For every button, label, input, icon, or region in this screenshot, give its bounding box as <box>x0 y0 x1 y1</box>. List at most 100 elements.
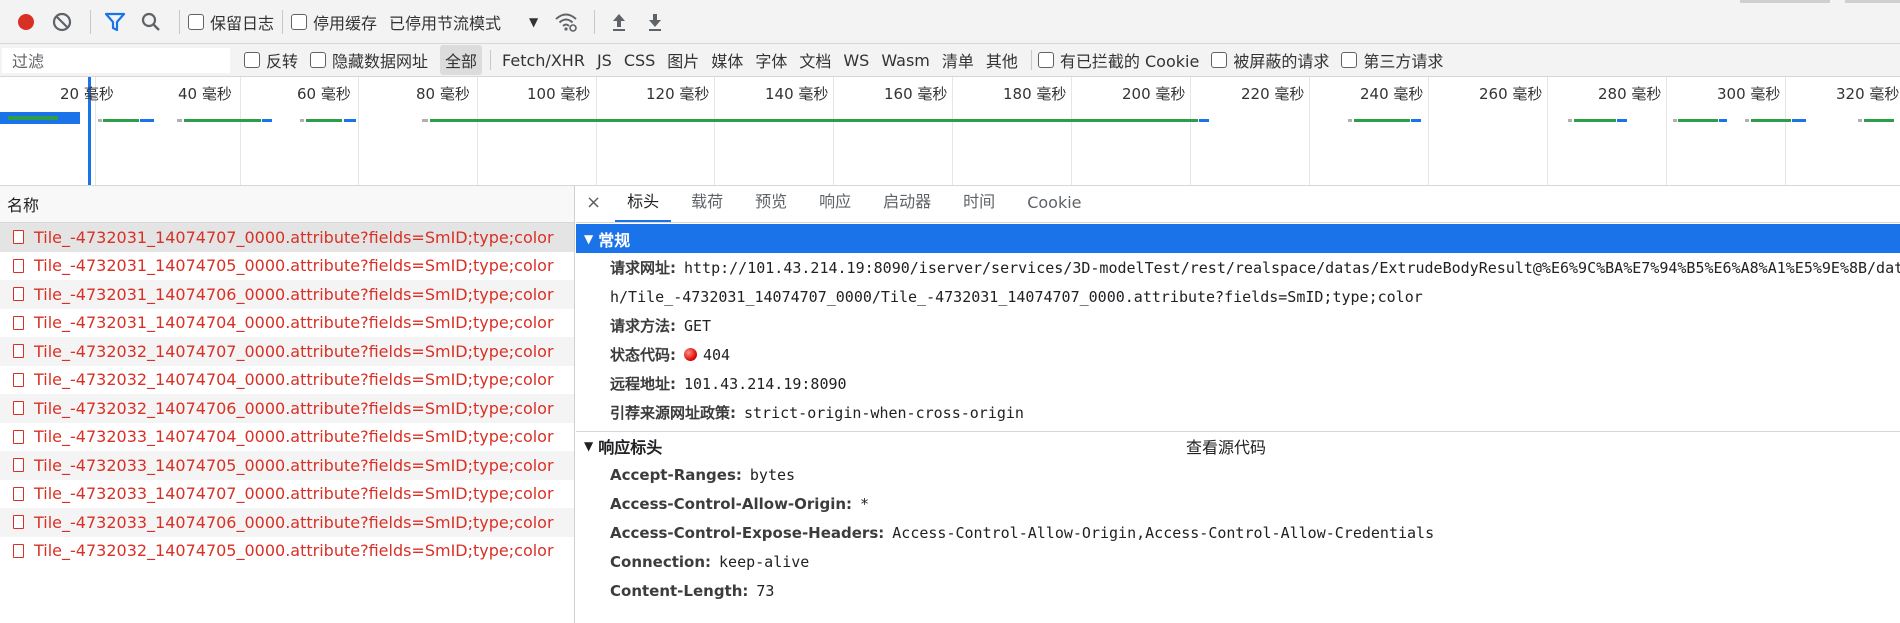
timeline-tick: 240 毫秒 <box>1360 85 1424 103</box>
request-name: Tile_-4732033_14074705_0000.attribute?fi… <box>34 455 554 475</box>
blocked-cookies-label: 有已拦截的 Cookie <box>1059 52 1200 71</box>
disable-cache-checkbox[interactable]: 停用缓存 <box>291 10 377 34</box>
toolbar-divider <box>282 9 284 34</box>
waterfall-bar <box>300 119 304 122</box>
request-row[interactable]: Tile_-4732031_14074707_0000.attribute?fi… <box>0 223 574 252</box>
type-filter-manifest[interactable]: 清单 <box>937 45 979 75</box>
request-name: Tile_-4732031_14074707_0000.attribute?fi… <box>34 227 554 247</box>
third-party-checkbox[interactable]: 第三方请求 <box>1341 48 1443 72</box>
invert-checkbox[interactable]: 反转 <box>244 48 298 72</box>
record-button[interactable] <box>10 6 42 38</box>
waterfall-bar <box>344 119 356 122</box>
type-filter-fetch-xhr[interactable]: Fetch/XHR <box>497 48 590 73</box>
hide-data-urls-checkbox[interactable]: 隐藏数据网址 <box>310 48 428 72</box>
close-details-button[interactable]: × <box>586 192 601 213</box>
import-har-button[interactable] <box>603 6 635 38</box>
export-har-button[interactable] <box>639 6 671 38</box>
request-row[interactable]: Tile_-4732033_14074705_0000.attribute?fi… <box>0 451 574 480</box>
timeline-overview[interactable]: 20 毫秒 40 毫秒 60 毫秒 80 毫秒 100 毫秒 120 毫秒 14… <box>0 77 1900 186</box>
request-name: Tile_-4732031_14074705_0000.attribute?fi… <box>34 256 554 276</box>
request-row[interactable]: Tile_-4732031_14074704_0000.attribute?fi… <box>0 309 574 338</box>
disable-cache-label: 停用缓存 <box>313 13 378 33</box>
request-row[interactable]: Tile_-4732032_14074704_0000.attribute?fi… <box>0 366 574 395</box>
waterfall-bar <box>1678 119 1718 122</box>
blocked-cookies-checkbox[interactable]: 有已拦截的 Cookie <box>1037 48 1200 72</box>
throttling-select[interactable]: 已停用节流模式 ▼ <box>389 10 538 34</box>
type-filter-all[interactable]: 全部 <box>440 45 483 75</box>
request-name: Tile_-4732033_14074704_0000.attribute?fi… <box>34 427 554 447</box>
request-url-value: http://101.43.214.19:8090/iserver/servic… <box>684 258 1900 277</box>
request-method-row: 请求方法: GET <box>576 311 1900 340</box>
waterfall-bar <box>430 119 1198 122</box>
checkbox-box[interactable] <box>1037 52 1054 68</box>
referrer-policy-label: 引荐来源网址政策: <box>610 404 736 422</box>
remote-address-value: 101.43.214.19:8090 <box>684 374 847 393</box>
network-conditions-button[interactable] <box>550 6 582 38</box>
response-header-name: Content-Length: <box>610 581 749 600</box>
request-list: 名称 Tile_-4732031_14074707_0000.attribute… <box>0 186 575 623</box>
request-name: Tile_-4732033_14074706_0000.attribute?fi… <box>34 512 554 532</box>
search-button[interactable] <box>135 6 167 38</box>
tab-preview[interactable]: 预览 <box>743 188 799 222</box>
name-column-header[interactable]: 名称 <box>0 186 574 223</box>
checkbox-box[interactable] <box>188 13 204 30</box>
checkbox-box[interactable] <box>1211 52 1228 68</box>
timeline-gridline <box>358 77 359 185</box>
view-source-button[interactable]: 查看源代码 <box>1186 434 1266 458</box>
window-edge <box>1740 0 1830 3</box>
checkbox-box[interactable] <box>1341 52 1358 68</box>
throttling-value: 已停用节流模式 <box>389 13 502 33</box>
tab-cookies[interactable]: Cookie <box>1015 193 1093 222</box>
request-row[interactable]: Tile_-4732032_14074705_0000.attribute?fi… <box>0 537 574 566</box>
document-icon <box>13 372 24 387</box>
type-filter-other[interactable]: 其他 <box>981 45 1023 75</box>
general-section-header[interactable]: ▼ 常规 <box>576 224 1900 253</box>
waterfall-bar <box>184 119 261 122</box>
type-filter-js[interactable]: JS <box>592 48 617 73</box>
blocked-requests-checkbox[interactable]: 被屏蔽的请求 <box>1211 48 1329 72</box>
request-row[interactable]: Tile_-4732032_14074707_0000.attribute?fi… <box>0 337 574 366</box>
invert-label: 反转 <box>266 52 299 71</box>
request-row[interactable]: Tile_-4732031_14074705_0000.attribute?fi… <box>0 252 574 281</box>
response-header-value: Access-Control-Allow-Origin,Access-Contr… <box>892 523 1435 542</box>
tab-response[interactable]: 响应 <box>807 188 863 222</box>
overview-selection-bar <box>8 116 58 120</box>
tab-payload[interactable]: 载荷 <box>679 188 735 222</box>
clear-button[interactable] <box>46 6 78 38</box>
checkbox-box[interactable] <box>291 13 308 30</box>
type-filter-css[interactable]: CSS <box>619 48 660 73</box>
document-icon <box>13 543 24 558</box>
document-icon <box>13 401 24 416</box>
type-filter-wasm[interactable]: Wasm <box>876 48 935 73</box>
type-filter-doc[interactable]: 文档 <box>794 45 836 75</box>
tab-headers[interactable]: 标头 <box>615 188 672 222</box>
waterfall-bar <box>103 119 139 122</box>
request-row[interactable]: Tile_-4732033_14074707_0000.attribute?fi… <box>0 480 574 509</box>
waterfall-bar <box>1354 119 1410 122</box>
request-row[interactable]: Tile_-4732031_14074706_0000.attribute?fi… <box>0 280 574 309</box>
request-row[interactable]: Tile_-4732032_14074706_0000.attribute?fi… <box>0 394 574 423</box>
response-header-value: 73 <box>756 581 775 600</box>
checkbox-box[interactable] <box>310 52 327 68</box>
preserve-log-label: 保留日志 <box>210 13 275 33</box>
type-filter-ws[interactable]: WS <box>838 48 874 73</box>
timeline-tick: 60 毫秒 <box>297 85 351 103</box>
type-filter-font[interactable]: 字体 <box>750 45 792 75</box>
timeline-tick: 160 毫秒 <box>884 85 948 103</box>
tab-initiator[interactable]: 启动器 <box>871 188 943 222</box>
filter-toggle-button[interactable] <box>99 6 131 38</box>
type-filter-img[interactable]: 图片 <box>662 45 704 75</box>
timeline-tick: 140 毫秒 <box>765 85 829 103</box>
type-filter-media[interactable]: 媒体 <box>706 45 748 75</box>
waterfall-bar <box>177 119 182 122</box>
filter-input[interactable]: 过滤 <box>2 47 230 73</box>
request-row[interactable]: Tile_-4732033_14074704_0000.attribute?fi… <box>0 423 574 452</box>
checkbox-box[interactable] <box>244 52 260 68</box>
request-row[interactable]: Tile_-4732033_14074706_0000.attribute?fi… <box>0 508 574 537</box>
timeline-tick: 260 毫秒 <box>1479 85 1543 103</box>
tab-timing[interactable]: 时间 <box>951 188 1007 222</box>
waterfall-bar <box>306 119 342 122</box>
preserve-log-checkbox[interactable]: 保留日志 <box>188 10 274 34</box>
response-headers-section-header[interactable]: ▼ 响应标头 查看源代码 <box>576 431 1900 460</box>
waterfall-bar <box>1864 119 1894 122</box>
